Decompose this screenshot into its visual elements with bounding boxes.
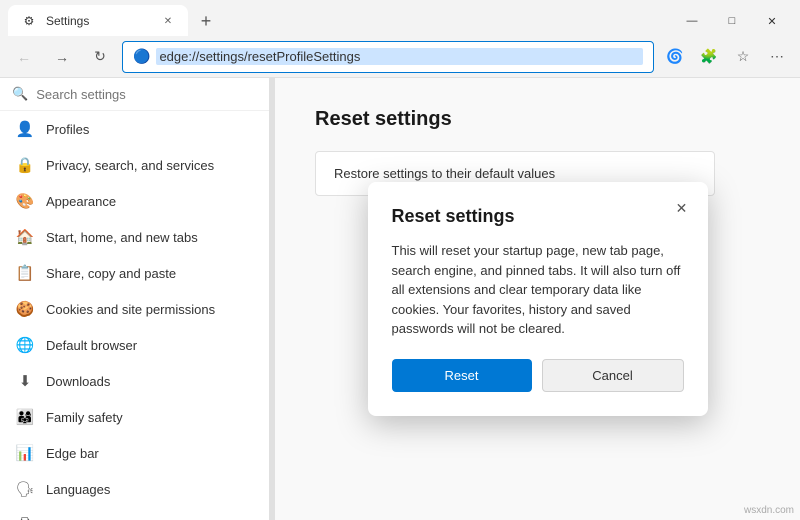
sidebar-item-default-browser[interactable]: 🌐 Default browser — [0, 327, 269, 363]
search-box[interactable]: 🔍 — [0, 78, 269, 111]
sidebar-label-edge-bar: Edge bar — [46, 446, 99, 461]
address-text: edge://settings/resetProfileSettings — [156, 48, 643, 65]
sidebar: 🔍 👤 Profiles 🔒 Privacy, search, and serv… — [0, 78, 270, 520]
favorites-button[interactable]: ☆ — [728, 42, 758, 72]
reset-dialog: Reset settings ✕ This will reset your st… — [368, 182, 708, 416]
sidebar-label-cookies: Cookies and site permissions — [46, 302, 215, 317]
settings-tab-icon: ⚙ — [20, 12, 38, 30]
sidebar-icon-cookies: 🍪 — [16, 300, 34, 318]
sidebar-label-privacy: Privacy, search, and services — [46, 158, 214, 173]
forward-button[interactable]: → — [46, 41, 78, 73]
tab-close-button[interactable]: ✕ — [160, 13, 176, 29]
refresh-button[interactable]: ↻ — [84, 41, 116, 73]
address-bar[interactable]: 🔵 edge://settings/resetProfileSettings — [122, 41, 654, 73]
nav-icons-right: 🌀 🧩 ☆ ⋯ — [660, 42, 792, 72]
sidebar-item-privacy[interactable]: 🔒 Privacy, search, and services — [0, 147, 269, 183]
sidebar-icon-family-safety: 👨‍👩‍👧 — [16, 408, 34, 426]
extensions-button[interactable]: 🧩 — [694, 42, 724, 72]
address-security-icon: 🔵 — [133, 48, 150, 65]
close-window-button[interactable]: ✕ — [752, 6, 792, 36]
sidebar-item-edge-bar[interactable]: 📊 Edge bar — [0, 435, 269, 471]
sidebar-icon-privacy: 🔒 — [16, 156, 34, 174]
new-tab-button[interactable]: + — [192, 7, 220, 35]
minimize-button[interactable]: — — [672, 6, 712, 36]
sidebar-label-profiles: Profiles — [46, 122, 89, 137]
sidebar-label-downloads: Downloads — [46, 374, 110, 389]
edge-icon[interactable]: 🌀 — [660, 42, 690, 72]
back-button[interactable]: ← — [8, 41, 40, 73]
nav-bar: ← → ↻ 🔵 edge://settings/resetProfileSett… — [0, 36, 800, 78]
maximize-button[interactable]: □ — [712, 6, 752, 36]
sidebar-icon-printers: 🖨 — [16, 516, 34, 520]
cancel-button[interactable]: Cancel — [542, 359, 684, 392]
sidebar-icon-default-browser: 🌐 — [16, 336, 34, 354]
sidebar-label-family-safety: Family safety — [46, 410, 123, 425]
sidebar-item-printers[interactable]: 🖨 Printers — [0, 507, 269, 520]
dialog-close-button[interactable]: ✕ — [668, 194, 696, 222]
dialog-body: This will reset your startup page, new t… — [392, 241, 684, 339]
sidebar-items: 👤 Profiles 🔒 Privacy, search, and servic… — [0, 111, 269, 520]
sidebar-item-languages[interactable]: 🗣 Languages — [0, 471, 269, 507]
sidebar-label-share-copy: Share, copy and paste — [46, 266, 176, 281]
dialog-title: Reset settings — [392, 206, 684, 227]
watermark: wsxdn.com — [744, 505, 794, 516]
sidebar-item-share-copy[interactable]: 📋 Share, copy and paste — [0, 255, 269, 291]
dialog-actions: Reset Cancel — [392, 359, 684, 392]
sidebar-label-default-browser: Default browser — [46, 338, 137, 353]
sidebar-icon-share-copy: 📋 — [16, 264, 34, 282]
more-tools-button[interactable]: ⋯ — [762, 42, 792, 72]
tab-label: Settings — [46, 14, 89, 28]
content-area: 🔍 👤 Profiles 🔒 Privacy, search, and serv… — [0, 78, 800, 520]
sidebar-icon-profiles: 👤 — [16, 120, 34, 138]
sidebar-item-cookies[interactable]: 🍪 Cookies and site permissions — [0, 291, 269, 327]
sidebar-item-profiles[interactable]: 👤 Profiles — [0, 111, 269, 147]
dialog-overlay: Reset settings ✕ This will reset your st… — [275, 78, 800, 520]
sidebar-icon-start-home: 🏠 — [16, 228, 34, 246]
sidebar-label-start-home: Start, home, and new tabs — [46, 230, 198, 245]
sidebar-icon-appearance: 🎨 — [16, 192, 34, 210]
sidebar-icon-downloads: ⬇ — [16, 372, 34, 390]
sidebar-label-appearance: Appearance — [46, 194, 116, 209]
sidebar-icon-edge-bar: 📊 — [16, 444, 34, 462]
search-icon: 🔍 — [12, 86, 28, 102]
sidebar-label-languages: Languages — [46, 482, 110, 497]
sidebar-item-downloads[interactable]: ⬇ Downloads — [0, 363, 269, 399]
sidebar-item-family-safety[interactable]: 👨‍👩‍👧 Family safety — [0, 399, 269, 435]
search-input[interactable] — [36, 87, 257, 102]
settings-tab[interactable]: ⚙ Settings ✕ — [8, 5, 188, 37]
sidebar-icon-languages: 🗣 — [16, 480, 34, 498]
tab-bar: ⚙ Settings ✕ + — □ ✕ — [0, 0, 800, 36]
sidebar-item-start-home[interactable]: 🏠 Start, home, and new tabs — [0, 219, 269, 255]
reset-confirm-button[interactable]: Reset — [392, 359, 532, 392]
window-controls: — □ ✕ — [672, 6, 792, 36]
main-panel: Reset settings Restore settings to their… — [275, 78, 800, 520]
sidebar-item-appearance[interactable]: 🎨 Appearance — [0, 183, 269, 219]
